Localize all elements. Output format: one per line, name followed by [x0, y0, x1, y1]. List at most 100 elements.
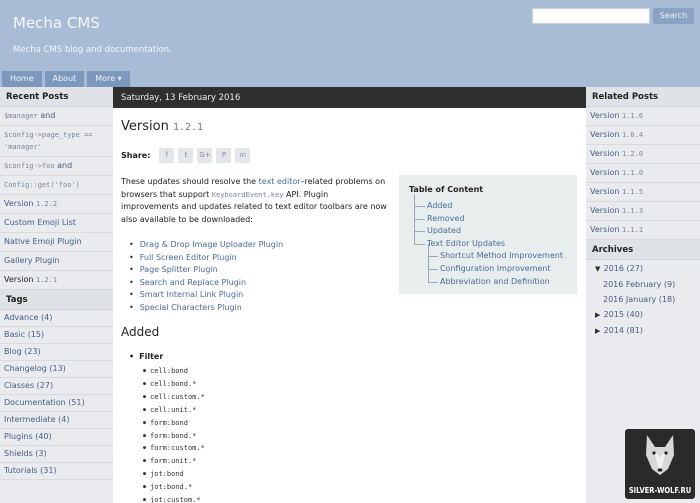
tag-item[interactable]: Classes (27) [0, 378, 113, 395]
archive-item[interactable]: ▶ 2015 (40) [586, 306, 700, 322]
filter-item: jot:bond.* [143, 481, 205, 494]
related-post-version: 1.0.4 [621, 131, 644, 139]
tag-item[interactable]: Intermediate (4) [0, 412, 113, 429]
archives-heading: Archives [586, 240, 700, 260]
plugin-link[interactable]: Smart Internal Link Plugin [129, 289, 283, 302]
tags-heading: Tags [0, 290, 113, 310]
site-description: Mecha CMS blog and documentation. [13, 45, 172, 55]
recent-post-item[interactable]: Version 1.2.2 [0, 195, 113, 214]
related-post-version: 1.1.3 [621, 207, 644, 215]
recent-post-code: $config->foo [4, 162, 55, 170]
toc-link[interactable]: Added [409, 194, 567, 213]
recent-post-item[interactable]: Native Emoji Plugin [0, 233, 113, 252]
filter-list: cell:bondcell:bond.*cell:custom.*cell:un… [143, 365, 205, 503]
filter-item: form:custom.* [143, 442, 205, 455]
filter-item: cell:unit.* [143, 404, 205, 417]
related-posts-list: Version 1.1.6 Version 1.0.4 Version 1.2.0 V… [586, 107, 700, 240]
post-date: Saturday, 13 February 2016 [113, 87, 586, 108]
archive-item[interactable]: 2016 February (9) [586, 276, 700, 291]
filter-item: form:unit.* [143, 455, 205, 468]
recent-post-item[interactable]: $manager and [0, 107, 113, 126]
related-post-item[interactable]: Version 1.2.0 [586, 145, 700, 164]
search-button[interactable]: Search [653, 8, 694, 24]
recent-post-text: Version [4, 199, 36, 208]
intro-text-1: These updates should resolve the [121, 177, 259, 186]
linkedin-icon[interactable]: in [235, 148, 251, 163]
pinterest-icon[interactable]: P [216, 148, 232, 163]
plugin-link[interactable]: Page Splitter Plugin [129, 264, 283, 277]
filter-item: cell:custom.* [143, 391, 205, 404]
google-plus-icon[interactable]: G+ [197, 148, 213, 163]
caret-down-icon[interactable]: ▼ [595, 265, 603, 273]
toc-link[interactable]: Removed [409, 206, 567, 226]
nav-about[interactable]: About [44, 71, 85, 87]
recent-post-text: and [54, 161, 73, 170]
related-post-item[interactable]: Version 1.1.5 [586, 183, 700, 202]
filter-item: cell:bond.* [143, 378, 205, 391]
recent-post-code: $config->page_type == 'manager' [4, 131, 93, 151]
tag-item[interactable]: Shields (3) [0, 446, 113, 463]
recent-post-item[interactable]: Custom Emoji List [0, 214, 113, 233]
related-post-item[interactable]: Version 1.1.6 [586, 107, 700, 126]
share-label: Share: [121, 151, 151, 160]
recent-post-code: 1.2.1 [35, 276, 58, 284]
caret-right-icon[interactable]: ▶ [595, 311, 603, 319]
caret-right-icon[interactable]: ▶ [595, 327, 603, 335]
recent-post-item[interactable]: $config->page_type == 'manager' [0, 126, 113, 157]
main-nav: Home About More ▾ [2, 71, 130, 87]
share-bar: Share: f t G+ P in [121, 148, 254, 163]
tag-item[interactable]: Documentation (51) [0, 395, 113, 412]
tag-item[interactable]: Tutorials (31) [0, 463, 113, 480]
filter-item: form:bond [143, 417, 205, 430]
related-post-text: Version [590, 187, 622, 196]
related-post-item[interactable]: Version 1.0.4 [586, 126, 700, 145]
tag-item[interactable]: Changelog (13) [0, 361, 113, 378]
related-post-version: 1.1.5 [621, 188, 644, 196]
recent-post-text: Native Emoji Plugin [4, 237, 82, 246]
recent-post-text: Custom Emoji List [4, 218, 76, 227]
related-post-item[interactable]: Version 1.1.3 [586, 202, 700, 221]
recent-post-item[interactable]: Config::get('foo') [0, 176, 113, 195]
archive-item[interactable]: 2016 January (18) [586, 291, 700, 306]
archive-label: 2015 (40) [603, 310, 643, 319]
toc-link[interactable]: Updated [409, 219, 567, 238]
search-input[interactable] [532, 8, 650, 24]
watermark-text: SILVER-WOLF.RU [628, 486, 692, 495]
recent-post-text: and [37, 111, 56, 120]
related-post-item[interactable]: Version 1.1.0 [586, 164, 700, 183]
archive-item[interactable]: ▼ 2016 (27) [586, 260, 700, 276]
added-heading: Added [121, 325, 160, 339]
site-header: Mecha CMS Mecha CMS blog and documentati… [0, 0, 700, 87]
recent-post-item[interactable]: Version 1.2.1 [0, 271, 113, 290]
toc-title: Table of Content [409, 185, 484, 194]
nav-more[interactable]: More ▾ [87, 71, 130, 87]
recent-post-code: 1.2.2 [35, 200, 58, 208]
toc-link[interactable]: Abbreviation and Definition [409, 269, 567, 289]
tag-item[interactable]: Advance (4) [0, 310, 113, 327]
tag-item[interactable]: Blog (23) [0, 344, 113, 361]
related-post-text: Version [590, 149, 622, 158]
tag-item[interactable]: Basic (15) [0, 327, 113, 344]
site-title[interactable]: Mecha CMS [13, 14, 100, 32]
recent-post-code: Config::get('foo') [4, 181, 80, 189]
filter-item: form:bond.* [143, 430, 205, 443]
plugin-link[interactable]: Drag & Drop Image Uploader Plugin [129, 239, 283, 252]
related-post-item[interactable]: Version 1.1.1 [586, 221, 700, 240]
plugin-link[interactable]: Full Screen Editor Plugin [129, 252, 283, 265]
twitter-icon[interactable]: t [178, 148, 194, 163]
recent-post-text: Version [4, 275, 36, 284]
recent-post-item[interactable]: Gallery Plugin [0, 252, 113, 271]
recent-posts-list: $manager and $config->page_type == 'manag… [0, 107, 113, 290]
plugin-link[interactable]: Special Characters Plugin [129, 302, 283, 315]
related-post-text: Version [590, 111, 622, 120]
archive-item[interactable]: ▶ 2014 (81) [586, 322, 700, 338]
post-title: Version 1.2.1 [121, 119, 203, 134]
filter-label: Filter [129, 352, 163, 361]
plugin-link[interactable]: Search and Replace Plugin [129, 277, 283, 290]
facebook-icon[interactable]: f [159, 148, 175, 163]
recent-post-item[interactable]: $config->foo and [0, 157, 113, 176]
related-post-text: Version [590, 225, 622, 234]
text-editor-link[interactable]: text editor [259, 177, 301, 186]
tag-item[interactable]: Plugins (40) [0, 429, 113, 446]
nav-home[interactable]: Home [2, 71, 42, 87]
